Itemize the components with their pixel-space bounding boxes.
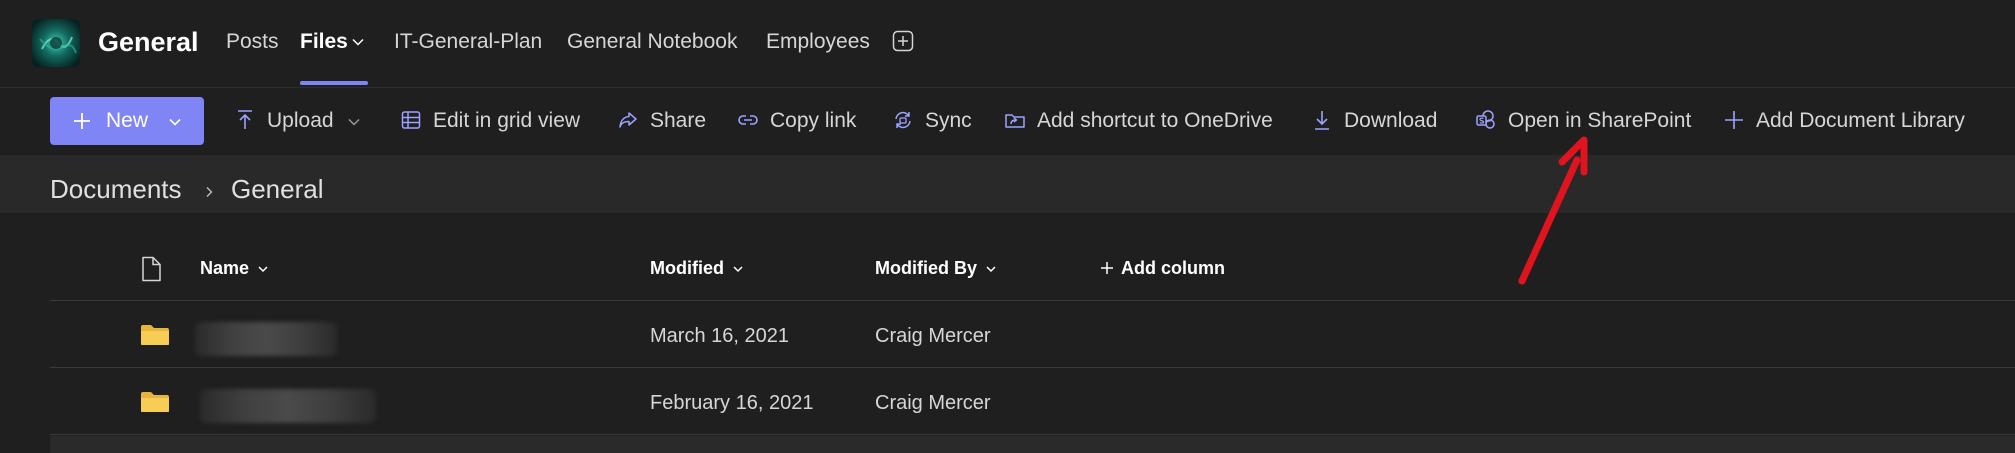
share-label: Share — [650, 109, 707, 132]
chevron-down-icon — [169, 118, 181, 126]
open-in-sharepoint-button[interactable]: Open in SharePoint — [1474, 103, 1692, 139]
column-header-row: Name Modified Modified By Add column — [50, 213, 2015, 301]
upload-button[interactable]: Upload — [233, 103, 363, 139]
teams-files-window: General Posts Files IT-General-Plan Gene… — [0, 0, 2015, 453]
open-in-sharepoint-label: Open in SharePoint — [1508, 109, 1692, 132]
modified-by: Craig Mercer — [875, 392, 991, 414]
add-document-library-button[interactable]: Add Document Library — [1722, 103, 1972, 139]
tab-posts[interactable]: Posts — [226, 26, 279, 58]
copy-link-button[interactable]: Copy link — [736, 103, 860, 139]
plus-icon — [74, 113, 90, 129]
plus-icon — [1725, 111, 1743, 129]
team-avatar[interactable] — [32, 19, 80, 67]
modified-date: February 16, 2021 — [650, 392, 814, 414]
breadcrumb-general[interactable]: General — [231, 173, 324, 205]
breadcrumb: Documents General — [0, 155, 2015, 213]
folder-icon — [141, 392, 169, 412]
chevron-down-icon[interactable] — [351, 35, 365, 49]
sync-icon — [895, 111, 911, 129]
column-modified-by-label: Modified By — [875, 258, 977, 278]
chevron-down-icon — [258, 266, 268, 273]
shortcut-icon — [1005, 114, 1025, 128]
active-tab-indicator — [300, 81, 368, 85]
chevron-right-icon — [206, 187, 213, 197]
add-tab-icon[interactable] — [892, 30, 914, 52]
add-shortcut-onedrive-button[interactable]: Add shortcut to OneDrive — [1003, 103, 1279, 139]
download-label: Download — [1344, 109, 1438, 132]
tab-files[interactable]: Files — [300, 26, 348, 58]
command-bar: New Upload Edit in grid view Share Copy … — [0, 89, 2015, 155]
new-button[interactable]: New — [50, 97, 204, 145]
file-name-redacted[interactable] — [195, 322, 337, 356]
team-logo-icon — [32, 19, 80, 67]
download-icon — [1315, 111, 1329, 130]
copy-link-label: Copy link — [770, 109, 857, 132]
chevron-down-icon — [348, 118, 360, 126]
sync-button[interactable]: Sync — [891, 103, 972, 139]
upload-label: Upload — [267, 109, 334, 132]
plus-icon — [1101, 262, 1113, 274]
table-row[interactable] — [50, 436, 2015, 453]
tab-it-general-plan[interactable]: IT-General-Plan — [394, 26, 542, 58]
team-name: General — [98, 27, 199, 57]
breadcrumb-documents[interactable]: Documents — [50, 173, 182, 205]
share-icon — [619, 112, 637, 128]
add-shortcut-label: Add shortcut to OneDrive — [1037, 109, 1273, 132]
column-modified[interactable]: Modified — [650, 256, 744, 280]
column-modified-by[interactable]: Modified By — [875, 256, 997, 280]
add-column-label: Add column — [1121, 258, 1225, 278]
channel-header: General Posts Files IT-General-Plan Gene… — [0, 0, 2015, 88]
column-modified-label: Modified — [650, 258, 724, 278]
grid-icon — [401, 111, 421, 129]
edit-grid-view-label: Edit in grid view — [433, 109, 581, 132]
modified-by: Craig Mercer — [875, 325, 991, 347]
tab-general-notebook[interactable]: General Notebook — [567, 26, 737, 58]
file-list: Name Modified Modified By Add column Mar… — [50, 213, 2015, 453]
folder-icon — [141, 325, 169, 345]
column-name-label: Name — [200, 258, 250, 278]
share-button[interactable]: Share — [616, 103, 706, 139]
sharepoint-icon — [1476, 110, 1495, 129]
add-document-library-label: Add Document Library — [1756, 109, 1965, 132]
download-button[interactable]: Download — [1310, 103, 1442, 139]
new-button-label: New — [106, 109, 149, 132]
tab-employees[interactable]: Employees — [766, 26, 870, 58]
file-name-redacted[interactable] — [200, 389, 376, 423]
chevron-down-icon — [986, 266, 996, 273]
link-icon — [738, 115, 758, 125]
edit-grid-view-button[interactable]: Edit in grid view — [399, 103, 583, 139]
sync-label: Sync — [925, 109, 972, 132]
table-row[interactable]: March 16, 2021 Craig Mercer — [50, 302, 2015, 368]
document-icon[interactable] — [140, 256, 162, 282]
column-name[interactable]: Name — [200, 256, 269, 280]
table-row[interactable]: February 16, 2021 Craig Mercer — [50, 369, 2015, 435]
modified-date: March 16, 2021 — [650, 325, 789, 347]
chevron-down-icon — [733, 266, 743, 273]
upload-icon — [238, 110, 252, 129]
